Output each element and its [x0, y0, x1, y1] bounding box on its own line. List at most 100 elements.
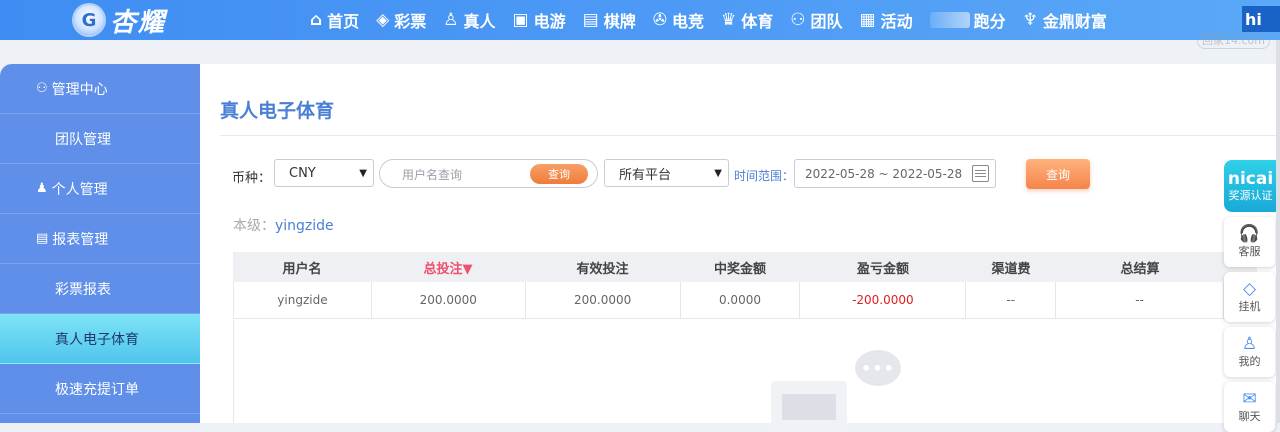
column-header: 中奖金额 — [713, 261, 766, 277]
currency-select-value: CNY — [289, 165, 316, 181]
float-button-3[interactable]: ✉ 聊天 — [1224, 382, 1275, 432]
column-header: 盈亏金额 — [856, 261, 909, 277]
users-icon: ⚇ — [36, 81, 48, 96]
trophy-icon: ♛ — [720, 10, 737, 30]
slot-machine-icon: ▣ — [512, 10, 529, 30]
nav-item-partial[interactable]: hi — [1242, 6, 1280, 32]
sidebar-item-1[interactable]: 团队管理 — [0, 114, 200, 164]
main-panel: 真人电子体育 币种： CNY ▼ 查询 所有平台 ▼ 时间范围： 2022-05… — [200, 64, 1280, 431]
person-icon: ♙ — [443, 10, 459, 30]
nav-item-label: 活动 — [880, 12, 913, 31]
table-cell: 200.0000 — [526, 282, 681, 318]
time-range-label: 时间范围： — [734, 169, 795, 183]
promo-badge[interactable]: nicai 奖源认证 — [1224, 160, 1277, 212]
nav-item-label: 棋牌 — [603, 12, 636, 31]
nav-item-label: 跑分 — [973, 12, 1006, 31]
user-icon: ♟ — [36, 181, 48, 196]
username-search-input[interactable] — [400, 160, 524, 189]
sidebar-item-label: 极速充提订单 — [55, 381, 139, 398]
chat-bubble-icon: ••• — [855, 350, 901, 386]
headset-icon: 🎧 — [1238, 224, 1261, 244]
column-header: 渠道费 — [991, 261, 1031, 277]
nav-item-7[interactable]: ⚇ 团队 — [790, 8, 842, 32]
sidebar-item-6[interactable]: 极速充提订单 — [0, 364, 200, 414]
table-cell: -- — [1056, 282, 1225, 318]
nav-item-3[interactable]: ▣ 电游 — [513, 8, 566, 32]
float-button-label: 我的 — [1238, 355, 1261, 368]
table-header: 用户名 总投注▼ 有效投注 中奖金额 盈亏金额 渠道费 总结算 — [233, 252, 1257, 282]
nav-item-9[interactable]: 跑分 — [929, 8, 1006, 32]
column-header: 有效投注 — [576, 261, 629, 277]
nav-item-label: 体育 — [741, 12, 774, 31]
watermark: 回家14.com — [1197, 33, 1270, 49]
level-info: 本级：yingzide — [233, 215, 334, 235]
nav-item-5[interactable]: ✇ 电竞 — [653, 8, 704, 32]
nav-item-10[interactable]: ♆ 金鼎财富 — [1023, 8, 1107, 32]
brand-logo[interactable]: G 杏耀 — [74, 0, 166, 40]
gamepad-icon: ✇ — [652, 10, 667, 30]
team-icon: ⚇ — [790, 10, 806, 30]
nav-item-6[interactable]: ♛ 体育 — [721, 8, 773, 32]
float-button-1[interactable]: ◇ 挂机 — [1224, 272, 1275, 322]
sidebar-item-3[interactable]: ▤ 报表管理 — [0, 214, 200, 264]
nav-item-2[interactable]: ♙ 真人 — [443, 8, 495, 32]
empty-illustration: ••• — [771, 350, 903, 431]
username-search: 查询 — [379, 159, 598, 189]
column-header: 总结算 — [1120, 261, 1160, 277]
float-button-label: 挂机 — [1238, 300, 1261, 313]
wealth-icon: ♆ — [1022, 10, 1038, 30]
empty-state: ••• — [233, 320, 1257, 431]
sidebar-item-label: 真人电子体育 — [55, 331, 139, 348]
top-navigation-bar: G 杏耀 ⌂ 首页 ◈ 彩票 ♙ 真人 ▣ 电游 ▤ 棋牌 ✇ 电竞 ♛ 体育 ⚇ 团队 ▦ 活动 跑分 ♆ 金鼎财富 … — [0, 0, 1280, 40]
float-button-0[interactable]: 🎧 客服 — [1224, 217, 1275, 267]
sidebar-item-label: 团队管理 — [55, 131, 111, 148]
logo-badge-icon: G — [74, 5, 104, 35]
nav-item-label: 电游 — [533, 12, 566, 31]
nav-item-4[interactable]: ▤ 棋牌 — [583, 8, 636, 32]
empty-box-icon — [771, 381, 847, 431]
nav-item-0[interactable]: ⌂ 首页 — [310, 8, 359, 32]
calendar-icon[interactable] — [972, 165, 989, 182]
date-range-value: 2022-05-28 ~ 2022-05-28 — [805, 166, 963, 181]
car-icon — [929, 12, 970, 28]
sidebar: ⚇ 管理中心团队管理 ♟ 个人管理 ▤ 报表管理彩票报表真人电子体育 极速充提订单 — [0, 64, 200, 423]
sidebar-item-0[interactable]: ⚇ 管理中心 — [0, 64, 200, 114]
floating-toolbar: nicai 奖源认证 🎧 客服 ◇ 挂机 ♙ 我的 ✉ 聊天 — [1224, 160, 1277, 432]
sidebar-item-4[interactable]: 彩票报表 — [0, 264, 200, 314]
table-cell: -- — [966, 282, 1057, 318]
table-cell: 0.0000 — [681, 282, 801, 318]
report-icon: ▤ — [36, 231, 49, 246]
nav-item-label: 真人 — [463, 12, 496, 31]
search-button[interactable]: 查询 — [530, 164, 588, 184]
currency-label: 币种： — [232, 171, 272, 186]
chevron-down-icon: ▼ — [359, 168, 367, 179]
date-range-picker[interactable]: 2022-05-28 ~ 2022-05-28 — [794, 159, 996, 188]
sidebar-item-5[interactable]: 真人电子体育 — [0, 314, 200, 364]
nav-item-label: 首页 — [327, 12, 360, 31]
nav-item-label: 电竞 — [671, 12, 704, 31]
nav-item-label: 团队 — [810, 12, 843, 31]
currency-select[interactable]: CNY ▼ — [274, 159, 374, 187]
cards-icon: ▤ — [582, 10, 599, 30]
title-divider — [220, 135, 1280, 136]
nav-item-1[interactable]: ◈ 彩票 — [376, 8, 426, 32]
promo-badge-title: nicai — [1227, 169, 1274, 189]
diamond-icon: ◇ — [1242, 279, 1257, 299]
gift-icon: ▦ — [859, 10, 876, 30]
report-table: 用户名 总投注▼ 有效投注 中奖金额 盈亏金额 渠道费 总结算 yingzide 200.00… — [233, 252, 1257, 319]
sidebar-item-2[interactable]: ♟ 个人管理 — [0, 164, 200, 214]
platform-select-value: 所有平台 — [619, 167, 672, 183]
main-nav: ⌂ 首页 ◈ 彩票 ♙ 真人 ▣ 电游 ▤ 棋牌 ✇ 电竞 ♛ 体育 ⚇ 团队 ▦ 活动 跑分 ♆ 金鼎财富 — [310, 0, 1124, 40]
query-button[interactable]: 查询 — [1026, 159, 1090, 189]
column-header: 用户名 — [282, 261, 322, 277]
table-body: yingzide 200.0000 200.0000 0.0000 -200.0000-… — [233, 282, 1257, 319]
nav-item-8[interactable]: ▦ 活动 — [860, 8, 913, 32]
level-value[interactable]: yingzide — [275, 218, 334, 234]
sidebar-item-label: 彩票报表 — [55, 281, 111, 298]
platform-select[interactable]: 所有平台 ▼ — [604, 159, 729, 187]
sortable-column-header[interactable]: 总投注▼ — [371, 252, 525, 282]
scrollbar[interactable] — [1276, 40, 1280, 423]
table-row: yingzide 200.0000 200.0000 0.0000 -200.0000-… — [233, 282, 1257, 319]
float-button-2[interactable]: ♙ 我的 — [1224, 327, 1275, 377]
sidebar-item-label: 管理中心 — [51, 81, 108, 98]
